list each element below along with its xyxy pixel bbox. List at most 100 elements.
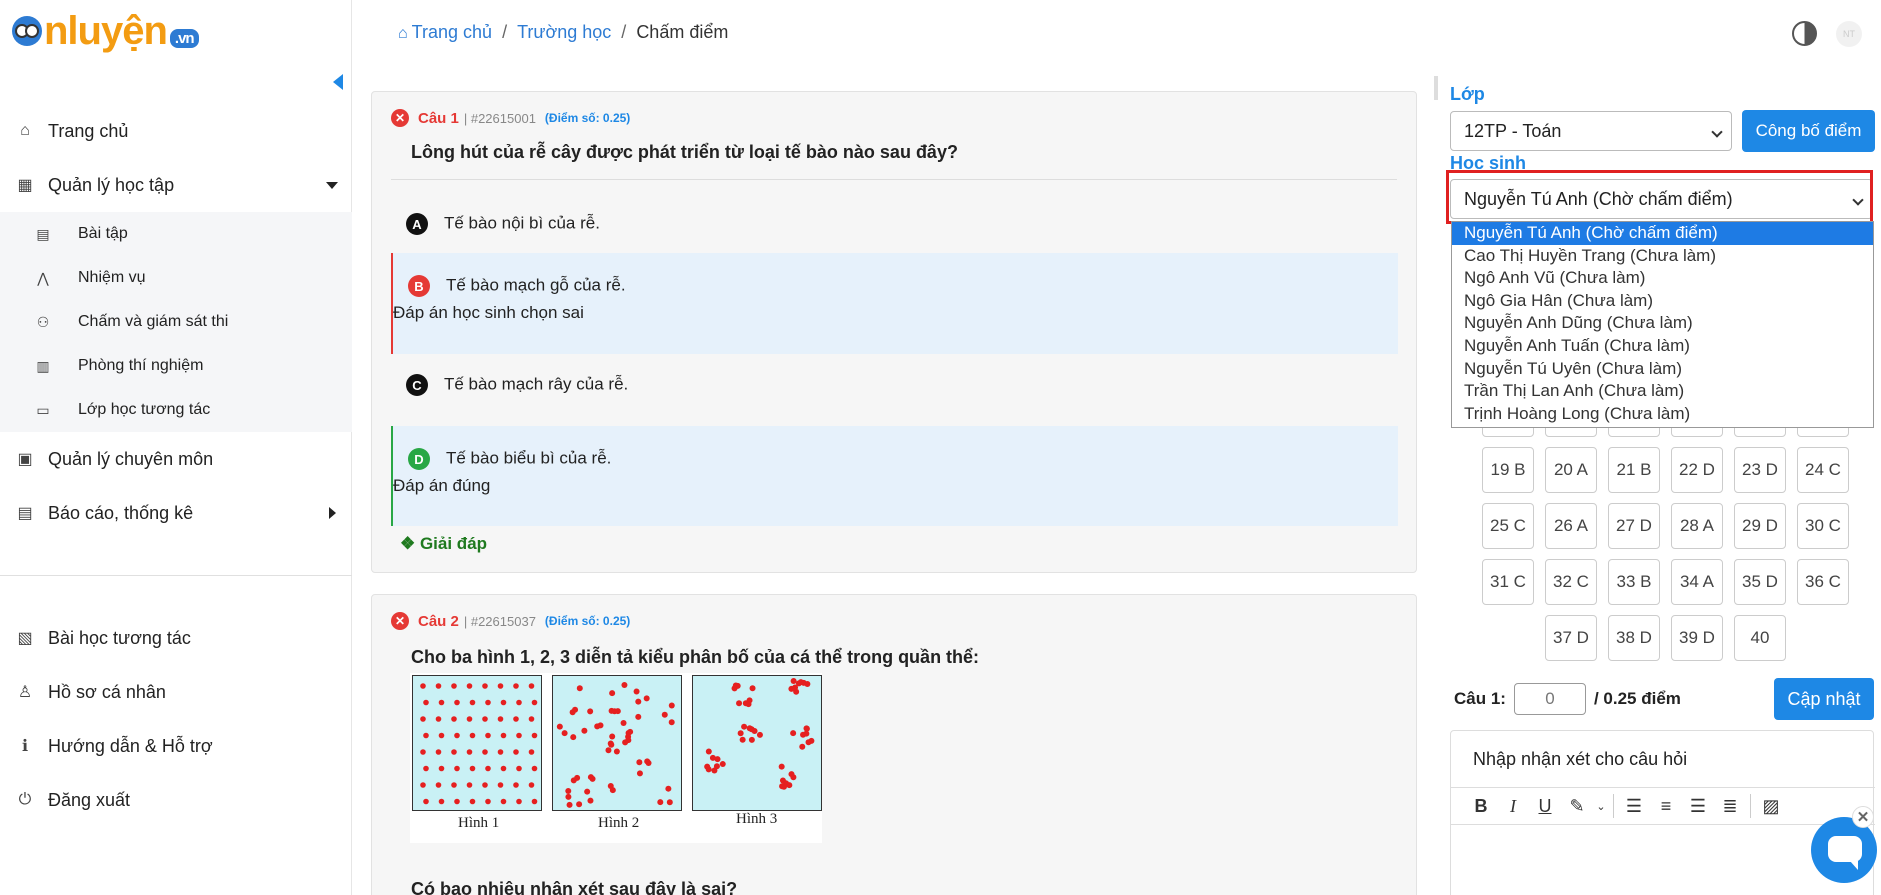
- answer-cell[interactable]: 38 D: [1608, 615, 1660, 661]
- home-icon: ⌂: [398, 25, 408, 42]
- update-score-button[interactable]: Cập nhật: [1774, 678, 1874, 720]
- individual-dot: [451, 683, 457, 689]
- avatar[interactable]: NT: [1836, 21, 1862, 47]
- individual-dot: [782, 780, 789, 787]
- answer-cell[interactable]: 35 D: [1734, 559, 1786, 605]
- individual-dot: [657, 799, 664, 806]
- individual-dot: [466, 716, 473, 722]
- breadcrumb-schools[interactable]: Trường học: [517, 22, 611, 43]
- option-a: A Tế bào nội bì của rễ.: [391, 199, 1398, 249]
- people-icon: ⚇: [36, 313, 50, 330]
- student-option[interactable]: Ngô Gia Hân (Chưa làm): [1452, 290, 1873, 313]
- publish-scores-button[interactable]: Công bố điểm: [1742, 110, 1875, 152]
- individual-dot: [749, 685, 756, 692]
- individual-dot: [482, 782, 488, 788]
- answer-cell[interactable]: 21 B: [1608, 447, 1660, 493]
- sidebar-item-label: Chấm và giám sát thi: [78, 313, 229, 330]
- individual-dot: [435, 683, 442, 689]
- sidebar-item-lab[interactable]: ▥ Phòng thí nghiệm: [0, 344, 352, 388]
- individual-dot: [635, 698, 642, 705]
- individual-dot: [423, 798, 429, 805]
- answer-cell[interactable]: 29 D: [1734, 503, 1786, 549]
- student-option[interactable]: Trần Thị Lan Anh (Chưa làm): [1452, 380, 1873, 403]
- image-icon[interactable]: ▨: [1755, 791, 1787, 821]
- answer-cell[interactable]: 30 C: [1797, 503, 1849, 549]
- sidebar-item-logout[interactable]: ⏻ Đăng xuất: [0, 773, 352, 827]
- align-justify-icon[interactable]: ≣: [1714, 791, 1746, 821]
- bold-icon[interactable]: B: [1465, 791, 1497, 821]
- answer-cell[interactable]: 40: [1734, 615, 1786, 661]
- underline-icon[interactable]: U: [1529, 791, 1561, 821]
- answer-cell[interactable]: 33 B: [1608, 559, 1660, 605]
- highlight-color-icon[interactable]: ✎: [1561, 791, 1593, 821]
- sidebar-item-reports[interactable]: ▤ Báo cáo, thống kê: [0, 486, 352, 540]
- sidebar-item-help[interactable]: ℹ Hướng dẫn & Hỗ trợ: [0, 719, 352, 773]
- individual-dot: [482, 749, 488, 755]
- answer-cell[interactable]: 37 D: [1545, 615, 1597, 661]
- breadcrumb-home[interactable]: ⌂ Trang chủ: [398, 22, 492, 43]
- answer-cell[interactable]: 39 D: [1671, 615, 1723, 661]
- individual-dot: [607, 740, 614, 747]
- individual-dot: [469, 765, 476, 772]
- individual-dot: [570, 734, 577, 741]
- close-icon[interactable]: ✕: [1852, 806, 1874, 828]
- answer-cell[interactable]: 20 A: [1545, 447, 1597, 493]
- question-text: Lông hút của rễ cây được phát triển từ l…: [411, 142, 958, 162]
- individual-dot: [609, 690, 616, 697]
- answer-cell[interactable]: 36 C: [1797, 559, 1849, 605]
- individual-dot: [741, 723, 748, 730]
- answer-cell[interactable]: 28 A: [1671, 503, 1723, 549]
- sidebar-item-label: Bài học tương tác: [48, 627, 191, 648]
- score-input[interactable]: [1513, 683, 1586, 715]
- individual-dot: [668, 719, 675, 726]
- student-option[interactable]: Nguyễn Tú Anh (Chờ chấm điểm): [1452, 222, 1873, 245]
- answer-cell[interactable]: 22 D: [1671, 447, 1723, 493]
- individual-dot: [513, 749, 519, 755]
- answer-cell[interactable]: 31 C: [1482, 559, 1534, 605]
- explanation-link[interactable]: ❖ Giải đáp: [400, 534, 487, 554]
- individual-dot: [451, 782, 457, 788]
- answer-cell[interactable]: 32 C: [1545, 559, 1597, 605]
- align-left-icon[interactable]: ☰: [1618, 791, 1650, 821]
- collapse-sidebar-icon[interactable]: [333, 74, 343, 90]
- answer-cell[interactable]: 26 A: [1545, 503, 1597, 549]
- sidebar-item-study-management[interactable]: ▦ Quản lý học tập: [0, 158, 352, 212]
- sidebar-item-tasks[interactable]: ⋀ Nhiệm vụ: [0, 256, 352, 300]
- question-divider: [391, 179, 1397, 180]
- toolbar-separator: [1750, 794, 1751, 818]
- individual-dot: [466, 683, 473, 689]
- answer-cell[interactable]: 25 C: [1482, 503, 1534, 549]
- breadcrumb-separator: /: [502, 22, 508, 42]
- student-option[interactable]: Trịnh Hoàng Long (Chưa làm): [1452, 403, 1873, 426]
- student-option[interactable]: Ngô Anh Vũ (Chưa làm): [1452, 267, 1873, 290]
- sidebar-item-exercises[interactable]: ▤ Bài tập: [0, 212, 352, 256]
- student-option[interactable]: Nguyễn Tú Uyên (Chưa làm): [1452, 358, 1873, 381]
- answer-cell[interactable]: 19 B: [1482, 447, 1534, 493]
- sidebar-item-interactive-lesson[interactable]: ▧ Bài học tương tác: [0, 611, 352, 665]
- home-icon: ⌂: [20, 122, 30, 139]
- individual-dot: [732, 682, 739, 689]
- align-center-icon[interactable]: ≡: [1650, 791, 1682, 821]
- individual-dot: [438, 765, 445, 772]
- student-option[interactable]: Cao Thị Huyền Trang (Chưa làm): [1452, 245, 1873, 268]
- individual-dot: [739, 736, 746, 743]
- sidebar-item-profile[interactable]: ♙ Hồ sơ cá nhân: [0, 665, 352, 719]
- sidebar-item-label: Hồ sơ cá nhân: [48, 681, 166, 702]
- student-option[interactable]: Nguyễn Anh Dũng (Chưa làm): [1452, 312, 1873, 335]
- sidebar-item-grading[interactable]: ⚇ Chấm và giám sát thi: [0, 300, 352, 344]
- sidebar-item-home[interactable]: ⌂ Trang chủ: [0, 104, 352, 158]
- answer-cell[interactable]: 34 A: [1671, 559, 1723, 605]
- answer-cell[interactable]: 23 D: [1734, 447, 1786, 493]
- answer-cell[interactable]: 24 C: [1797, 447, 1849, 493]
- align-right-icon[interactable]: ☰: [1682, 791, 1714, 821]
- italic-icon[interactable]: I: [1497, 791, 1529, 821]
- chevron-down-icon[interactable]: ⌄: [1593, 791, 1609, 821]
- sidebar-item-label: Bài tập: [78, 225, 128, 242]
- answer-cell[interactable]: 27 D: [1608, 503, 1660, 549]
- sidebar-item-interactive-class[interactable]: ▭ Lớp học tương tác: [0, 388, 352, 432]
- student-option[interactable]: Nguyễn Anh Tuấn (Chưa làm): [1452, 335, 1873, 358]
- theme-toggle-icon[interactable]: [1792, 21, 1817, 46]
- class-select[interactable]: 12TP - Toán: [1450, 111, 1732, 151]
- sidebar-item-professional-management[interactable]: ▣ Quản lý chuyên môn: [0, 432, 352, 486]
- logo[interactable]: nluyện .vn: [12, 8, 199, 54]
